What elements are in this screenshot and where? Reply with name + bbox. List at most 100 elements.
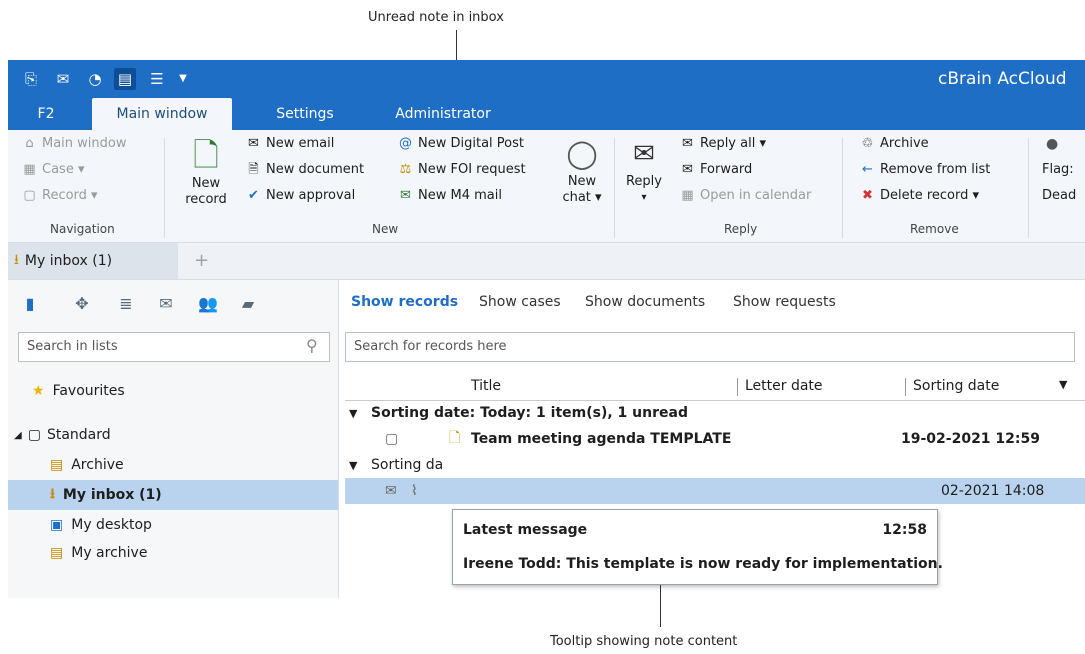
- new-m4-mail-button[interactable]: ✉ New M4 mail: [398, 188, 502, 203]
- tab-show-documents[interactable]: Show documents: [585, 294, 705, 310]
- table-row[interactable]: ✉ ⌇ 02-2021 14:08: [345, 478, 1085, 504]
- tooltip-heading: Latest message: [463, 522, 588, 538]
- person-icon: ●: [1046, 136, 1059, 152]
- new-document-button[interactable]: 🗎 New document: [246, 162, 364, 177]
- sidebar-item-archive[interactable]: ▤ Archive: [8, 450, 338, 480]
- new-record-icon[interactable]: ⎘: [20, 68, 42, 90]
- nav-case-button[interactable]: ▦ Case ▾: [22, 162, 84, 177]
- record-icon: ▢: [23, 188, 36, 203]
- column-title[interactable]: Title: [471, 378, 501, 394]
- ribbon: ⌂ Main window ▦ Case ▾ ▢ Record ▾ Navigatio…: [8, 130, 1085, 243]
- expand-icon[interactable]: ▼: [345, 459, 371, 472]
- collapse-icon[interactable]: ◢: [14, 430, 22, 441]
- standard-folder-icon: ▢: [27, 427, 41, 443]
- deadline-label: Dead: [1042, 188, 1077, 203]
- row-title: Team meeting agenda TEMPLATE: [471, 431, 732, 447]
- document-icon: 🗎: [248, 162, 259, 177]
- inbox-download-icon: ⭳: [14, 252, 19, 268]
- forward-button[interactable]: ✉ Forward: [680, 162, 752, 177]
- forward-icon: ✉: [682, 162, 693, 177]
- digital-post-icon: @: [399, 136, 412, 151]
- calendar-icon: ▦: [681, 188, 694, 203]
- tab-settings[interactable]: Settings: [270, 98, 340, 130]
- group-header-older[interactable]: ▼ Sorting da: [345, 452, 1085, 478]
- search-records-input[interactable]: Search for records here: [345, 332, 1075, 362]
- callout-tooltip-content: Tooltip showing note content: [550, 634, 738, 649]
- reply-all-button[interactable]: ✉ Reply all ▾: [680, 136, 766, 151]
- ribbon-separator: [1028, 138, 1029, 238]
- new-email-icon[interactable]: ✉: [52, 68, 74, 90]
- dropdown-icon[interactable]: ▼: [172, 68, 194, 90]
- column-sorting-date[interactable]: Sorting date: [913, 378, 999, 394]
- group-header-today[interactable]: ▼ Sorting date: Today: 1 item(s), 1 unre…: [345, 400, 1085, 426]
- tab-my-inbox[interactable]: ⭳ My inbox (1): [8, 243, 178, 279]
- list-view-icon[interactable]: ☰: [146, 68, 168, 90]
- new-foi-request-button[interactable]: ⚖ New FOI request: [398, 162, 526, 177]
- sidebar-item-my-archive[interactable]: ▤ My archive: [8, 538, 338, 568]
- callout-line-bottom: [660, 585, 661, 627]
- records-icon[interactable]: ▮: [20, 294, 40, 314]
- list-icon[interactable]: ≣: [116, 294, 136, 314]
- new-chat-icon[interactable]: ◔: [84, 68, 106, 90]
- reply-icon: ✉: [633, 139, 655, 169]
- left-pane: ▮ ✥ ≣ ✉ 👥 ▰ Search in lists ⚲ ★ Favourit…: [8, 280, 339, 598]
- reply-all-icon: ✉: [682, 136, 693, 151]
- group-label-new: New: [372, 222, 399, 236]
- new-approval-button[interactable]: ✔ New approval: [246, 188, 355, 203]
- column-menu-icon[interactable]: ▼: [1059, 378, 1067, 391]
- group-label-remove: Remove: [910, 222, 959, 236]
- reply-button[interactable]: ✉ Reply ▾: [622, 134, 666, 206]
- people-icon[interactable]: 👥: [198, 294, 218, 314]
- chat-icon: ◯: [566, 137, 598, 170]
- mail-icon[interactable]: ✉: [156, 294, 176, 314]
- desktop-icon: ▣: [50, 517, 64, 533]
- search-icon: ⚲: [306, 336, 318, 355]
- tab-f2[interactable]: F2: [26, 98, 66, 130]
- tab-show-cases[interactable]: Show cases: [479, 294, 561, 310]
- view-mode-icon[interactable]: ▤: [114, 68, 136, 90]
- email-icon: ✉: [385, 483, 397, 499]
- inbox-icon: ⭳: [50, 486, 55, 502]
- case-icon: ▦: [23, 162, 36, 177]
- title-bar: ⎘ ✉ ◔ ▤ ☰ ▼ cBrain AcCloud: [8, 60, 1085, 98]
- expand-icon[interactable]: ▼: [345, 407, 371, 420]
- add-tab-button[interactable]: +: [194, 250, 209, 271]
- archive-icon: ♲: [861, 136, 874, 151]
- tab-show-records[interactable]: Show records: [351, 294, 458, 310]
- new-chat-button[interactable]: ◯ New chat ▾: [560, 134, 604, 206]
- approval-icon: ✔: [248, 188, 259, 203]
- nav-record-button[interactable]: ▢ Record ▾: [22, 188, 97, 203]
- delete-record-button[interactable]: ✖ Delete record ▾: [860, 188, 979, 203]
- table-row[interactable]: ▢ 🗋 Team meeting agenda TEMPLATE 19-02-2…: [345, 426, 1085, 452]
- search-lists-input[interactable]: Search in lists: [18, 332, 330, 362]
- sidebar-item-my-inbox[interactable]: ⭳ My inbox (1): [8, 480, 338, 510]
- tab-show-requests[interactable]: Show requests: [733, 294, 836, 310]
- ribbon-tab-bar: F2 Main window Settings Administrator: [8, 98, 1085, 130]
- favourites-item[interactable]: ★ Favourites: [8, 376, 338, 406]
- row-sorting-date: 19-02-2021 12:59: [901, 431, 1040, 447]
- folder-icon[interactable]: ▰: [238, 294, 258, 314]
- remove-from-list-button[interactable]: ← Remove from list: [860, 162, 990, 177]
- archive-icon: ▤: [50, 457, 64, 473]
- column-header: Title Letter date Sorting date ▼: [345, 374, 1085, 401]
- column-divider: [905, 378, 906, 396]
- my-archive-icon: ▤: [50, 545, 64, 561]
- app-title: cBrain AcCloud: [938, 69, 1067, 89]
- ribbon-separator: [164, 138, 165, 238]
- tab-main-window[interactable]: Main window: [92, 98, 232, 130]
- org-icon[interactable]: ✥: [72, 294, 92, 314]
- tab-administrator[interactable]: Administrator: [390, 98, 496, 130]
- new-record-icon-large: 🗋: [193, 136, 219, 174]
- delete-icon: ✖: [862, 188, 873, 203]
- new-email-button[interactable]: ✉ New email: [246, 136, 334, 151]
- arrow-left-icon: ←: [862, 162, 873, 177]
- nav-main-window-button[interactable]: ⌂ Main window: [22, 136, 126, 151]
- standard-group[interactable]: ◢ ▢ Standard: [8, 420, 338, 450]
- sidebar-item-my-desktop[interactable]: ▣ My desktop: [8, 510, 338, 540]
- column-letter-date[interactable]: Letter date: [745, 378, 823, 394]
- archive-button[interactable]: ♲ Archive: [860, 136, 929, 151]
- new-record-button[interactable]: 🗋 New record: [180, 134, 232, 208]
- foi-request-icon: ⚖: [399, 162, 412, 177]
- open-in-calendar-button[interactable]: ▦ Open in calendar: [680, 188, 811, 203]
- new-digital-post-button[interactable]: @ New Digital Post: [398, 136, 524, 151]
